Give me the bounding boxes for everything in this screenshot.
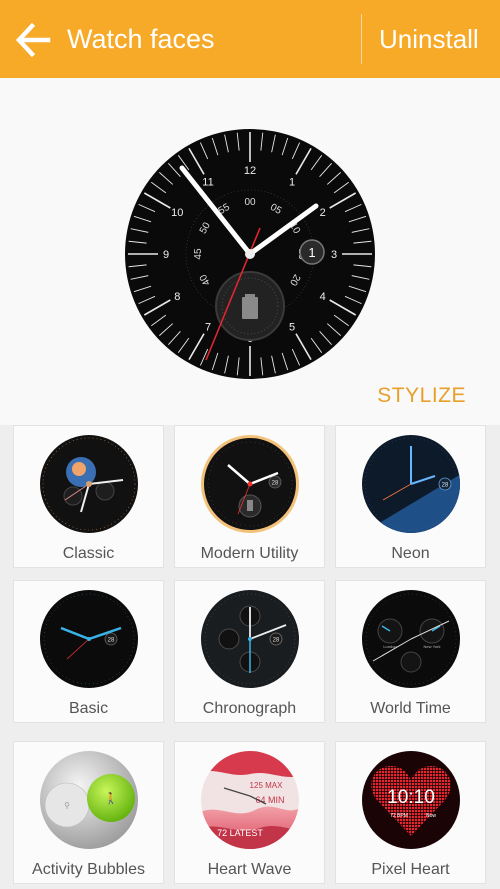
stylize-button[interactable]: STYLIZE (377, 383, 466, 409)
watch-face-card-activity-bubbles[interactable]: 🚶 ⚲ Activity Bubbles (13, 741, 164, 884)
watch-face-label: Activity Bubbles (32, 861, 145, 878)
watch-face-card-pixel-heart[interactable]: 10:10 72 BPM Now Pixel Heart (335, 741, 486, 884)
watch-face-card-chronograph[interactable]: 28 Chronograph (174, 580, 325, 723)
hour-numeral: 7 (205, 322, 211, 334)
watch-face-card-basic[interactable]: 28 Basic (13, 580, 164, 723)
walking-icon: 🚶 (104, 792, 118, 805)
hour-numeral: 5 (289, 322, 295, 334)
time-text: 10:10 (387, 787, 435, 808)
arrow-left-icon (15, 22, 51, 58)
chronograph-face-icon: 28 (201, 590, 299, 688)
center-cap (245, 249, 255, 259)
watch-face-thumbnail: 125 MAX 64 MIN 72 LATEST (200, 750, 300, 850)
watch-face-thumbnail: London New York (361, 589, 461, 689)
minute-numeral: 00 (244, 197, 256, 208)
watch-face-card-classic[interactable]: Classic (13, 425, 164, 568)
watch-face-label: World Time (370, 700, 451, 717)
battery-icon (242, 297, 258, 319)
min-bpm-text: 64 MIN (255, 795, 284, 805)
heart-wave-face-icon: 125 MAX 64 MIN 72 LATEST (201, 751, 299, 849)
watch-face-card-heart-wave[interactable]: 125 MAX 64 MIN 72 LATEST Heart Wave (174, 741, 325, 884)
selected-watch-face[interactable]: 1212345678910110005101520253035404550551 (124, 128, 376, 380)
uninstall-button[interactable]: Uninstall (379, 22, 479, 56)
hour-numeral: 12 (244, 165, 256, 177)
neon-face-icon: 28 (362, 435, 460, 533)
date-text: 28 (442, 483, 449, 489)
watch-face-label: Pixel Heart (371, 861, 450, 878)
max-bpm-text: 125 MAX (250, 781, 284, 790)
watch-face-thumbnail: 10:10 72 BPM Now (361, 750, 461, 850)
watch-face-label: Classic (62, 545, 115, 562)
latest-bpm-text: 72 LATEST (217, 828, 263, 838)
date-text: 28 (273, 638, 280, 644)
watch-face-thumbnail (39, 434, 139, 534)
pixel-heart-face-icon: 10:10 72 BPM Now (362, 751, 460, 849)
classic-face-icon (40, 435, 138, 533)
watch-face-card-neon[interactable]: 28 Neon (335, 425, 486, 568)
hour-numeral: 1 (289, 176, 295, 188)
back-button[interactable] (10, 17, 56, 63)
watch-face-label: Neon (391, 545, 430, 562)
watch-face-thumbnail: 28 (39, 589, 139, 689)
watch-face-card-world-time[interactable]: London New York World Time (335, 580, 486, 723)
app-bar: Watch faces Uninstall (0, 0, 500, 78)
watch-face-grid: Classic 28 Modern Utility 28 Neon 28 Bas… (0, 425, 500, 889)
person-icon: ⚲ (64, 801, 70, 810)
watch-face-card-modern-utility[interactable]: 28 Modern Utility (174, 425, 325, 568)
watch-face-label: Modern Utility (200, 545, 299, 562)
city-label: New York (424, 644, 441, 649)
hour-numeral: 2 (320, 207, 326, 219)
hour-numeral: 8 (174, 291, 180, 303)
hour-numeral: 4 (320, 291, 326, 303)
hour-numeral: 3 (331, 249, 337, 261)
app-bar-divider (361, 14, 362, 64)
date-badge-text: 1 (308, 245, 315, 260)
date-text: 28 (108, 638, 115, 644)
watch-face-label: Basic (68, 700, 109, 717)
minute-numeral: 45 (193, 248, 204, 260)
selected-watch-preview: 1212345678910110005101520253035404550551… (0, 78, 500, 425)
now-text: Now (426, 813, 436, 819)
watch-face-label: Heart Wave (207, 861, 292, 878)
date-text: 28 (272, 481, 279, 487)
page-title: Watch faces (67, 24, 215, 54)
activity-bubbles-face-icon: 🚶 ⚲ (40, 751, 138, 849)
hour-numeral: 11 (202, 176, 213, 188)
watch-face-thumbnail: 28 (200, 589, 300, 689)
watch-face-thumbnail: 🚶 ⚲ (39, 750, 139, 850)
modern-utility-face-icon: 28 (201, 435, 299, 533)
basic-face-icon: 28 (40, 590, 138, 688)
watch-face-label: Chronograph (202, 700, 297, 717)
hour-numeral: 10 (171, 207, 183, 219)
watch-face-thumbnail: 28 (361, 434, 461, 534)
watch-face-thumbnail: 28 (200, 434, 300, 534)
hour-numeral: 9 (163, 249, 169, 261)
world-time-face-icon: London New York (362, 590, 460, 688)
bpm-text: 72 BPM (390, 813, 408, 819)
battery-cap (245, 294, 255, 297)
